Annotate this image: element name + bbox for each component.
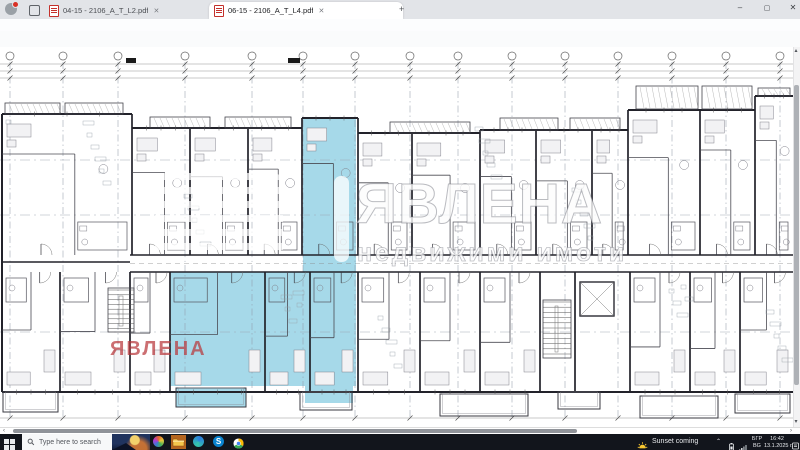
tab-1[interactable]: 04-15 - 2106_A_T_L2.pdf ✕ [44,2,216,19]
floor-plan [0,47,793,427]
scroll-up-icon[interactable]: ▴ [795,48,798,55]
watermark-logo-bar [334,176,349,262]
close-tab-icon[interactable]: ✕ [317,7,325,15]
bing-daily-image[interactable] [112,434,150,450]
tab-2-label: 06-15 - 2106_A_T_L4.pdf [228,6,313,15]
battery-icon[interactable] [728,438,736,450]
language-bottom: BG [753,443,761,449]
date-label: 13.1.2025 г. [764,443,793,449]
close-tab-icon[interactable]: ✕ [152,7,160,15]
search-icon [27,438,35,446]
scroll-down-icon[interactable]: ▾ [795,419,798,426]
close-button[interactable]: ✕ [786,3,800,12]
tray-chevron-icon[interactable]: ⌃ [716,438,721,445]
watermark-subtitle: недвижими имоти [357,241,627,266]
taskbar-search-box[interactable]: Type here to search [22,434,150,450]
language-top: БГР [752,436,762,442]
workspaces-icon[interactable] [29,5,40,16]
pdf-file-icon [49,5,59,17]
tab-2-active[interactable]: 06-15 - 2106_A_T_L4.pdf ✕ [209,2,403,19]
vertical-scrollbar-thumb[interactable] [794,85,799,385]
tab-1-label: 04-15 - 2106_A_T_L2.pdf [63,6,148,15]
watermark-logo-stripes [155,173,283,261]
language-indicator[interactable]: БГР BG [750,436,764,449]
new-tab-button[interactable]: + [399,4,404,14]
start-button-icon[interactable] [4,437,15,450]
weather-label[interactable]: Sunset coming [652,438,698,445]
search-placeholder: Type here to search [39,439,101,446]
taskbar-file-explorer-icon[interactable] [171,435,186,449]
weather-sun-icon[interactable] [637,437,648,450]
taskbar-copilot-icon[interactable] [153,436,165,448]
clock[interactable]: 16:42 13.1.2025 г. [764,436,790,449]
taskbar-skype-icon[interactable]: S [213,436,225,448]
pdf-file-icon [214,5,224,17]
screen: 04-15 - 2106_A_T_L2.pdf ✕ 06-15 - 2106_A… [0,0,800,450]
time-label: 16:42 [770,436,784,442]
tab-strip: 04-15 - 2106_A_T_L2.pdf ✕ 06-15 - 2106_A… [0,0,800,19]
horizontal-scrollbar-thumb[interactable] [13,429,577,434]
taskbar-edge-icon[interactable] [193,436,205,448]
minimize-button[interactable]: – [733,3,747,12]
pdf-toolbar: ≡ ⌄ Draw ⌄ A ab Ask Copilot − + of 1 [0,31,800,48]
taskbar-chrome-icon[interactable] [233,436,245,448]
profile-avatar-icon[interactable] [5,3,17,15]
maximize-button[interactable]: ▢ [760,4,774,12]
watermark-title: ЯВЛЕНА [356,176,603,233]
watermark-small-red: ЯВЛЕНА [110,339,207,359]
notification-center-icon[interactable] [792,437,799,450]
network-signal-icon[interactable] [739,439,747,450]
